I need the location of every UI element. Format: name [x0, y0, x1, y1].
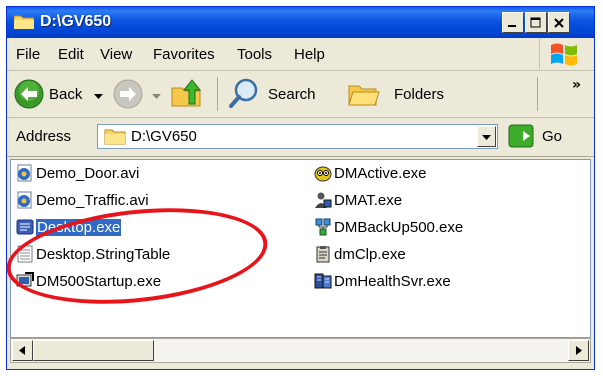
standard-toolbar: Back Search Folders »: [7, 71, 594, 118]
scroll-right-button[interactable]: [568, 340, 589, 361]
file-list-view[interactable]: Demo_Door.avi Demo_Traffic.avi Desktop.e…: [10, 159, 591, 338]
list-item[interactable]: DmHealthSvr.exe: [314, 271, 451, 291]
go-label: Go: [542, 128, 563, 145]
address-dropdown-button[interactable]: [477, 126, 496, 147]
search-button[interactable]: Search: [223, 76, 331, 112]
list-item[interactable]: DMActive.exe: [314, 163, 427, 183]
go-arrow-icon: [508, 124, 534, 148]
window-title: D:\GV650: [40, 13, 112, 30]
file-name: Demo_Door.avi: [36, 164, 140, 182]
folder-icon: [104, 129, 126, 145]
startup-exe-icon: [16, 272, 34, 287]
menu-favorites[interactable]: Favorites: [153, 46, 215, 63]
back-dropdown-icon[interactable]: [94, 94, 103, 100]
list-item[interactable]: DMBackUp500.exe: [314, 217, 463, 237]
app-exe-icon: [16, 219, 34, 235]
forward-arrow-icon: [113, 79, 143, 109]
menu-tools[interactable]: Tools: [237, 46, 272, 63]
file-name: dmClp.exe: [334, 245, 406, 263]
list-item-selected[interactable]: Desktop.exe: [16, 217, 122, 237]
up-folder-icon: [171, 79, 202, 107]
windows-flag-icon: [551, 43, 577, 66]
address-bar: Address D:\GV650 Go: [7, 118, 594, 157]
user-exe-icon: [315, 192, 332, 208]
folder-icon: [14, 15, 34, 29]
list-item[interactable]: Desktop.StringTable: [16, 244, 170, 264]
maximize-button[interactable]: [525, 12, 547, 33]
address-value: D:\GV650: [131, 128, 197, 145]
list-item[interactable]: dmClp.exe: [314, 244, 406, 264]
file-name: DMActive.exe: [334, 164, 427, 182]
list-item[interactable]: DM500Startup.exe: [16, 271, 161, 291]
explorer-window: D:\GV650 File Edit View Favorites Tools …: [6, 6, 595, 370]
menu-edit[interactable]: Edit: [58, 46, 84, 63]
go-button[interactable]: Go: [508, 124, 578, 150]
maximize-icon: [530, 17, 541, 27]
forward-button[interactable]: [110, 76, 168, 112]
arrow-left-icon: [19, 346, 25, 355]
title-bar[interactable]: D:\GV650: [7, 7, 594, 38]
menu-help[interactable]: Help: [294, 46, 325, 63]
list-item[interactable]: Demo_Traffic.avi: [16, 190, 149, 210]
close-button[interactable]: [548, 12, 570, 33]
minimize-icon: [508, 24, 516, 27]
search-icon: [229, 78, 258, 108]
search-label: Search: [268, 86, 316, 103]
address-label: Address: [16, 128, 72, 145]
toolbar-chevron[interactable]: »: [572, 77, 581, 93]
toolbar-separator: [537, 77, 538, 111]
menu-file[interactable]: File: [16, 46, 40, 63]
forward-dropdown-icon: [152, 94, 161, 99]
folders-label: Folders: [394, 86, 445, 103]
close-icon: [554, 17, 564, 28]
chevron-down-icon: [482, 135, 491, 140]
file-name: Desktop.StringTable: [36, 245, 171, 263]
up-folder-button[interactable]: [169, 76, 205, 112]
table-file-icon: [17, 245, 33, 263]
scroll-left-button[interactable]: [12, 340, 33, 361]
toolbar-separator: [217, 77, 218, 111]
windows-logo: [539, 38, 588, 69]
horizontal-scrollbar[interactable]: [10, 338, 591, 363]
folders-icon: [348, 85, 380, 106]
file-name: DM500Startup.exe: [36, 272, 162, 290]
menu-bar: File Edit View Favorites Tools Help: [7, 38, 594, 71]
arrow-right-icon: [576, 346, 582, 355]
menu-view[interactable]: View: [100, 46, 132, 63]
file-name: DmHealthSvr.exe: [334, 272, 451, 290]
address-input[interactable]: D:\GV650: [97, 124, 498, 149]
file-name: DMBackUp500.exe: [334, 218, 464, 236]
scrollbar-thumb[interactable]: [33, 340, 154, 361]
file-name: Demo_Traffic.avi: [36, 191, 149, 209]
minimize-button[interactable]: [502, 12, 524, 33]
file-name: Desktop.exe: [36, 218, 122, 236]
list-item[interactable]: Demo_Door.avi: [16, 163, 139, 183]
server-exe-icon: [314, 273, 332, 289]
file-name: DMAT.exe: [334, 191, 403, 209]
network-exe-icon: [315, 218, 331, 236]
list-item[interactable]: DMAT.exe: [314, 190, 402, 210]
media-file-icon: [17, 164, 32, 182]
clipboard-exe-icon: [316, 246, 330, 263]
back-arrow-icon: [14, 79, 44, 109]
owl-exe-icon: [314, 166, 332, 182]
media-file-icon: [17, 191, 32, 209]
back-label: Back: [49, 86, 83, 103]
folders-button[interactable]: Folders: [337, 76, 472, 112]
